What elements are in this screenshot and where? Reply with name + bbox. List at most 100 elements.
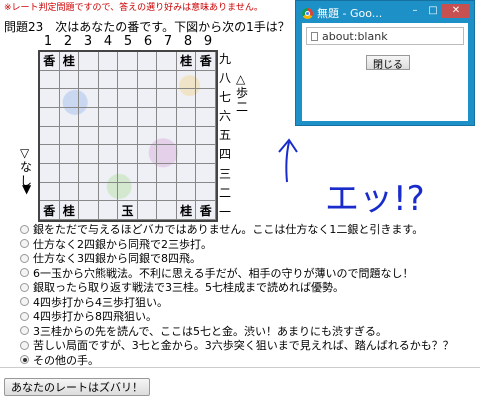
option-row[interactable]: その他の手。 [20,353,454,368]
hand-char: な [20,160,33,174]
board-cell [98,70,119,90]
arrow-shaft [285,141,290,183]
board-cell [59,89,80,108]
board-cell: 桂 [176,52,197,71]
radio-button[interactable] [20,311,29,321]
board-cell [59,163,80,183]
board-cell [98,163,119,183]
board-cell [79,89,99,108]
radio-button[interactable] [20,224,29,234]
window-controls: – □ ✕ [406,4,470,18]
board-cell [118,89,138,108]
option-row[interactable]: 6一玉から穴熊戦法。不利に思える手だが、相手の守りが薄いので問題なし！ [20,266,454,281]
board-cell [59,107,80,127]
option-row[interactable]: 4四歩打から8四飛狙い。 [20,309,454,324]
address-text: about:blank [322,29,388,43]
board-cell: 香 [196,201,216,220]
row-number: 五 [219,128,232,143]
row-number: 八 [219,71,232,86]
handwriting-text: エッ!? [325,179,425,219]
board-cell [40,126,60,146]
address-bar[interactable]: about:blank [306,27,464,45]
board-cell [118,182,138,202]
question-title: 問題23 次はあなたの番です。下図から次の1手は？ [4,20,290,34]
popup-titlebar[interactable]: 無題 - Goo... [302,5,382,21]
board-cell [98,182,119,202]
board-cell [98,52,119,71]
board-cell [40,145,60,164]
close-icon[interactable]: ✕ [442,4,470,18]
board-cell [40,182,60,202]
board-cell [59,145,80,164]
radio-button[interactable] [20,355,29,365]
row-number: 一 [219,204,232,219]
rate-button[interactable]: あなたのレートはズバリ！ [4,378,150,396]
row-number: 三 [219,166,232,181]
board-cell: 桂 [176,201,197,220]
board-cell [157,145,177,164]
option-row[interactable]: 仕方なく3四銀から同銀で8四飛。 [20,251,454,266]
close-button[interactable]: 閉じる [366,55,410,71]
board-cell: 桂 [59,52,80,71]
board-cell [196,163,216,183]
board-cell [137,201,158,220]
popup-window[interactable]: 無題 - Goo... – □ ✕ about:blank 閉じる [295,0,475,126]
opponent-hand: △ 歩 二 [236,72,248,114]
board-cell [176,182,197,202]
board-cell [118,70,138,90]
board-cell [176,107,197,127]
row-number: 九 [219,52,232,66]
radio-button[interactable] [20,340,29,350]
minimize-icon[interactable]: – [406,4,424,18]
option-row[interactable]: 4四歩打から4三歩打狙い。 [20,295,454,310]
board-cell: 桂 [59,201,80,220]
board-cell [98,107,119,127]
board-cell [137,126,158,146]
board-cell [118,107,138,127]
board-cell [157,52,177,71]
hand-char: 歩 [236,86,249,100]
board-cell [118,52,138,71]
option-row[interactable]: 3三桂からの先を読んで、ここは5七と金。渋い！あまりにも渋すぎる。 [20,324,454,339]
col-number: 1 [43,34,53,49]
board-cell [40,89,60,108]
divider [0,367,480,368]
board-cell [79,201,99,220]
board-cell [176,163,197,183]
radio-button[interactable] [20,268,29,278]
board-cell [137,163,158,183]
board-cell: 香 [40,201,60,220]
board-cell [137,52,158,71]
handwritten-annotation: エッ!? [278,138,425,219]
board-cell [196,145,216,164]
radio-button[interactable] [20,326,29,336]
option-row[interactable]: 苦しい局面ですが、3七と金から。3六歩突く狙いまで見えれば、踏んばれるかも？？ [20,338,454,353]
popup-body: about:blank 閉じる [302,23,468,121]
board-cell [176,70,197,90]
row-number: 七 [219,90,232,105]
option-row[interactable]: 仕方なく2四銀から同飛で2三歩打。 [20,237,454,252]
row-numbers: 九 八 七 六 五 四 三 二 一 [219,50,231,222]
option-row[interactable]: 銀取ったら取り返す戦法で3三桂。5七桂成まで読めれば優勢。 [20,280,454,295]
maximize-icon[interactable]: □ [424,4,442,18]
board-cell [137,107,158,127]
board-cell [79,107,99,127]
board-cell [118,145,138,164]
radio-button[interactable] [20,282,29,292]
radio-button[interactable] [20,239,29,249]
board-cell [79,145,99,164]
col-number: 8 [183,34,193,49]
board-cell [196,70,216,90]
radio-button[interactable] [20,253,29,263]
board-cell [118,163,138,183]
board-cell [118,126,138,146]
board-cell [79,70,99,90]
board-cell [196,107,216,127]
hand-char: ▽ [20,146,30,160]
board-cell: 香 [40,52,60,71]
board-cell [137,89,158,108]
radio-button[interactable] [20,297,29,307]
board-cell [196,89,216,108]
board-cell [98,145,119,164]
col-number: 2 [63,34,73,49]
